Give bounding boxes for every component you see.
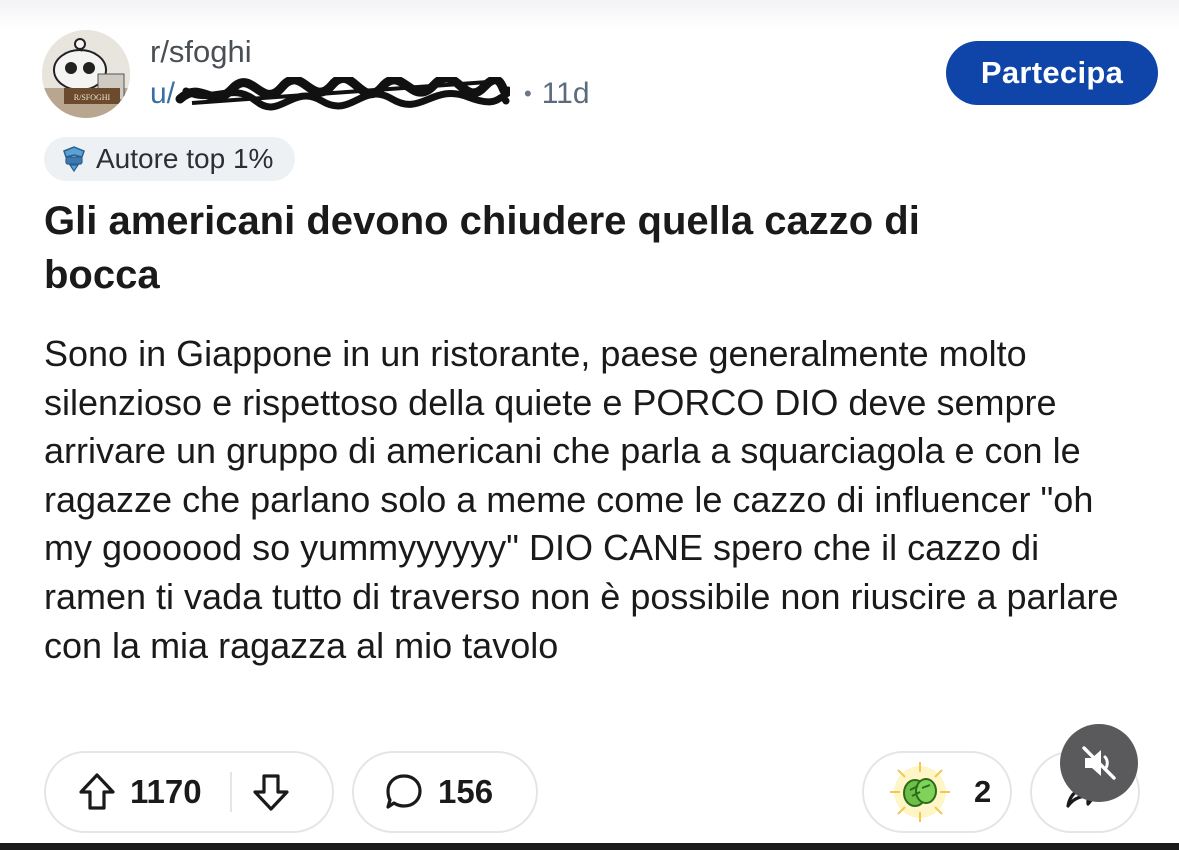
- award-button[interactable]: 2: [862, 751, 1012, 833]
- vote-bar: 1170: [44, 751, 334, 833]
- award-count: 2: [974, 774, 992, 809]
- post-age: 11d: [541, 77, 590, 110]
- meta-separator: •: [524, 81, 532, 106]
- downvote-button[interactable]: [252, 772, 290, 812]
- top-fade: [0, 0, 1179, 30]
- join-button[interactable]: Partecipa: [946, 41, 1158, 105]
- subreddit-name[interactable]: r/sfoghi: [150, 34, 252, 70]
- post-title[interactable]: Gli americani devono chiudere quella caz…: [44, 194, 1004, 302]
- upvote-arrow-icon: [79, 773, 115, 810]
- downvote-arrow-icon: [252, 774, 289, 811]
- mute-toggle[interactable]: [1060, 724, 1138, 802]
- svg-text:R/SFOGHI: R/SFOGHI: [74, 93, 111, 102]
- comments-button[interactable]: 156: [352, 751, 538, 833]
- user-flair: Autore top 1%: [44, 137, 296, 181]
- bottom-edge: [0, 843, 1179, 850]
- snoo-avatar-icon: R/SFOGHI: [42, 30, 130, 118]
- comment-bubble-icon: [386, 774, 422, 809]
- award-icon: [890, 762, 950, 822]
- comment-count: 156: [438, 773, 494, 810]
- post-body: Sono in Giappone in un ristorante, paese…: [44, 333, 1119, 666]
- muted-speaker-icon: [1082, 746, 1116, 780]
- upvote-button[interactable]: [78, 772, 116, 812]
- top-author-icon: [63, 146, 85, 173]
- flair-label: Autore top 1%: [96, 143, 274, 174]
- redaction-scribble: [175, 77, 510, 111]
- vote-divider: [229, 772, 232, 812]
- subreddit-avatar[interactable]: R/SFOGHI: [42, 30, 130, 118]
- upvote-count: 1170: [130, 773, 202, 810]
- username-redacted[interactable]: u/: [150, 77, 510, 111]
- post-meta: u/ • 11d: [150, 76, 590, 112]
